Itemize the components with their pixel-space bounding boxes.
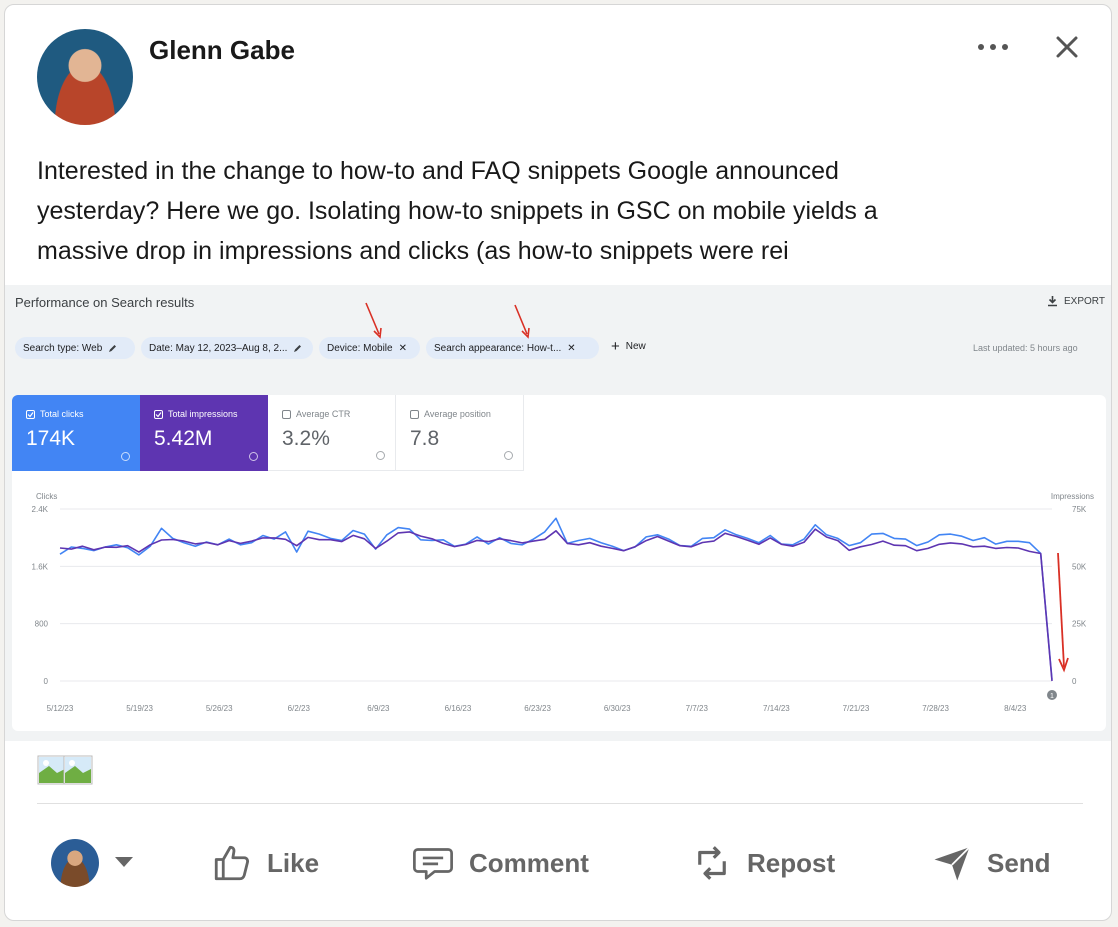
x-tick-label: 5/19/23 bbox=[126, 704, 153, 713]
x-tick-label: 8/4/23 bbox=[1004, 704, 1027, 713]
checkbox-icon bbox=[410, 409, 419, 419]
y-tick-label: 0 bbox=[44, 677, 49, 686]
repost-label: Repost bbox=[747, 847, 836, 878]
impressions-line bbox=[59, 528, 1053, 682]
remove-filter-icon: ✕ bbox=[567, 342, 576, 354]
divider bbox=[37, 803, 1083, 804]
metric-average-position: Average position 7.8 bbox=[396, 395, 524, 471]
x-tick-label: 5/26/23 bbox=[206, 704, 233, 713]
y-tick-label: 1.6K bbox=[32, 562, 49, 571]
filter-label: Device: Mobile bbox=[327, 342, 393, 354]
checkbox-icon bbox=[154, 409, 163, 419]
repost-icon bbox=[698, 846, 726, 880]
help-icon bbox=[504, 451, 513, 460]
metric-value: 7.8 bbox=[410, 427, 440, 450]
checkbox-icon bbox=[282, 409, 291, 419]
social-actions-bar: Like Comment Repost Send bbox=[5, 835, 1111, 891]
performance-chart: Clicks Impressions 2.4K 75K 1.6K 50K 800 25K 0 0 5… bbox=[32, 492, 1094, 713]
x-tick-label: 6/9/23 bbox=[367, 704, 390, 713]
comment-label: Comment bbox=[469, 847, 589, 878]
edit-icon bbox=[294, 344, 302, 352]
help-icon bbox=[121, 452, 130, 461]
send-label: Send bbox=[987, 847, 1051, 878]
y2-axis-title: Impressions bbox=[1051, 492, 1094, 501]
y2-tick-label: 0 bbox=[1072, 677, 1077, 686]
metric-value: 174K bbox=[26, 427, 76, 450]
last-updated-text: Last updated: 5 hours ago bbox=[973, 343, 1078, 353]
author-avatar[interactable] bbox=[37, 29, 133, 125]
metric-total-impressions: Total impressions 5.42M bbox=[140, 395, 268, 471]
metric-value: 5.42M bbox=[154, 427, 213, 450]
x-tick-label: 7/21/23 bbox=[843, 704, 870, 713]
report-title: Performance on Search results bbox=[15, 295, 195, 310]
metric-total-clicks: Total clicks 174K bbox=[12, 395, 140, 471]
filter-label: Search appearance: How-t... bbox=[434, 342, 562, 354]
annotation-arrow bbox=[1057, 552, 1065, 668]
send-button[interactable]: Send bbox=[931, 835, 1051, 891]
x-tick-label: 6/23/23 bbox=[524, 704, 551, 713]
filter-label: Search type: Web bbox=[23, 342, 103, 354]
y-axis-title: Clicks bbox=[36, 492, 57, 501]
metric-average-ctr: Average CTR 3.2% bbox=[268, 395, 396, 471]
help-icon bbox=[249, 452, 258, 461]
y-tick-label: 800 bbox=[35, 620, 49, 629]
like-button[interactable]: Like bbox=[211, 835, 319, 891]
metric-value: 3.2% bbox=[282, 427, 330, 450]
annotation-arrow-icon bbox=[514, 304, 530, 339]
y2-tick-label: 25K bbox=[1072, 620, 1087, 629]
x-tick-label: 6/30/23 bbox=[604, 704, 631, 713]
annotation-arrow-icon bbox=[365, 302, 382, 339]
download-icon bbox=[1048, 296, 1057, 307]
plus-icon: + bbox=[611, 337, 620, 355]
feed-post-card: Glenn Gabe Interested in the change to h… bbox=[4, 4, 1112, 921]
post-text-line: yesterday? Here we go. Isolating how-to … bbox=[37, 197, 878, 225]
x-tick-label: 7/14/23 bbox=[763, 704, 790, 713]
comment-icon bbox=[413, 848, 453, 880]
performance-panel: Total clicks 174K Total impressions 5.42… bbox=[12, 395, 1106, 731]
x-tick-label: 7/28/23 bbox=[922, 704, 949, 713]
metric-label: Average position bbox=[424, 409, 491, 419]
metric-label: Average CTR bbox=[296, 409, 351, 419]
help-icon bbox=[376, 451, 385, 460]
repost-button[interactable]: Repost bbox=[691, 835, 835, 891]
chevron-down-icon[interactable] bbox=[115, 857, 133, 867]
y2-tick-label: 50K bbox=[1072, 562, 1087, 571]
checkbox-icon bbox=[26, 409, 35, 419]
x-tick-label: 6/16/23 bbox=[445, 704, 472, 713]
like-label: Like bbox=[267, 847, 320, 878]
edit-icon bbox=[109, 344, 117, 352]
post-text-line: massive drop in impressions and clicks (… bbox=[37, 237, 789, 265]
comment-button[interactable]: Comment bbox=[411, 835, 589, 891]
metric-label: Total impressions bbox=[168, 409, 238, 419]
metric-label: Total clicks bbox=[40, 409, 84, 419]
send-icon bbox=[934, 846, 971, 881]
export-label: EXPORT bbox=[1064, 295, 1105, 307]
filter-chip-date: Date: May 12, 2023–Aug 8, 2... bbox=[141, 337, 313, 359]
y2-tick-label: 75K bbox=[1072, 505, 1087, 514]
filter-chip-search-type: Search type: Web bbox=[15, 337, 135, 359]
actor-avatar[interactable] bbox=[51, 839, 99, 887]
export-button: EXPORT bbox=[1047, 295, 1105, 307]
more-options-icon[interactable] bbox=[965, 27, 1021, 67]
x-tick-label: 5/12/23 bbox=[47, 704, 74, 713]
new-filter-button: + New bbox=[611, 337, 646, 355]
post-text: Interested in the change to how-to and F… bbox=[37, 151, 1057, 271]
reactions-icon[interactable] bbox=[37, 753, 97, 787]
annotation-marker-label: 1 bbox=[1050, 693, 1054, 700]
close-icon[interactable] bbox=[1045, 27, 1089, 67]
post-text-line: Interested in the change to how-to and F… bbox=[37, 157, 839, 185]
new-filter-label: New bbox=[625, 341, 646, 352]
thumbs-up-icon bbox=[214, 845, 249, 881]
y-tick-label: 2.4K bbox=[32, 505, 49, 514]
remove-filter-icon: ✕ bbox=[398, 342, 407, 354]
filter-label: Date: May 12, 2023–Aug 8, 2... bbox=[149, 342, 288, 354]
x-tick-label: 7/7/23 bbox=[686, 704, 709, 713]
x-tick-label: 6/2/23 bbox=[288, 704, 311, 713]
post-image[interactable]: Performance on Search results EXPORT Sea… bbox=[5, 285, 1111, 741]
author-name[interactable]: Glenn Gabe bbox=[149, 35, 295, 66]
